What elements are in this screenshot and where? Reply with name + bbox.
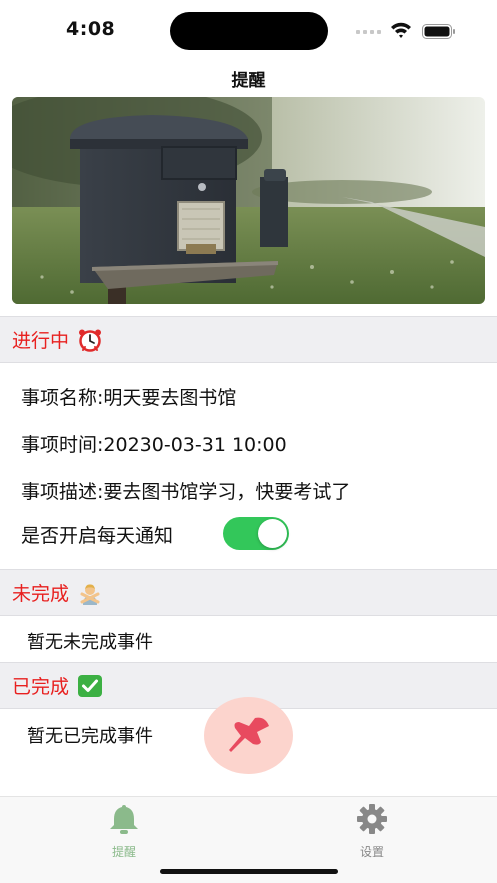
dynamic-island: [170, 12, 328, 50]
battery-icon: [422, 24, 455, 39]
completed-empty-text: 暂无已完成事件: [27, 726, 153, 747]
tab-reminder-label: 提醒: [111, 845, 136, 859]
bell-icon: [110, 805, 138, 834]
page-title: 提醒: [231, 71, 266, 91]
gear-icon: [357, 804, 387, 834]
cellular-signal-icon: [356, 30, 381, 34]
section-title-incomplete: 未完成: [12, 583, 70, 605]
task-name: 事项名称:明天要去图书馆: [21, 387, 237, 409]
check-mark-button-icon: [77, 674, 103, 698]
wifi-icon: [391, 22, 411, 38]
home-indicator: [160, 869, 338, 874]
incomplete-empty-text: 暂无未完成事件: [27, 632, 153, 653]
section-title-in-progress: 进行中: [12, 330, 70, 352]
task-time: 事项时间:20230-03-31 10:00: [21, 434, 287, 456]
section-header-in-progress: 进行中: [0, 316, 497, 363]
alarm-clock-icon: [77, 328, 103, 352]
section-header-incomplete: 未完成: [0, 569, 497, 616]
toggle-knob: [258, 519, 287, 548]
daily-notify-label: 是否开启每天通知: [21, 525, 174, 547]
tab-settings-label: 设置: [359, 845, 384, 859]
pushpin-icon: [228, 717, 269, 752]
tab-reminder[interactable]: 提醒: [74, 803, 174, 860]
person-gesturing-no-icon: [77, 581, 103, 605]
add-reminder-button[interactable]: [204, 697, 293, 774]
status-bar: 4:08: [0, 0, 497, 60]
daily-notify-toggle[interactable]: [223, 517, 289, 550]
section-title-completed: 已完成: [12, 676, 70, 698]
status-time: 4:08: [66, 18, 116, 40]
task-description: 事项描述:要去图书馆学习，快要考试了: [21, 481, 351, 503]
mailbox-banner-image: [12, 97, 485, 304]
tab-settings[interactable]: 设置: [322, 803, 422, 860]
